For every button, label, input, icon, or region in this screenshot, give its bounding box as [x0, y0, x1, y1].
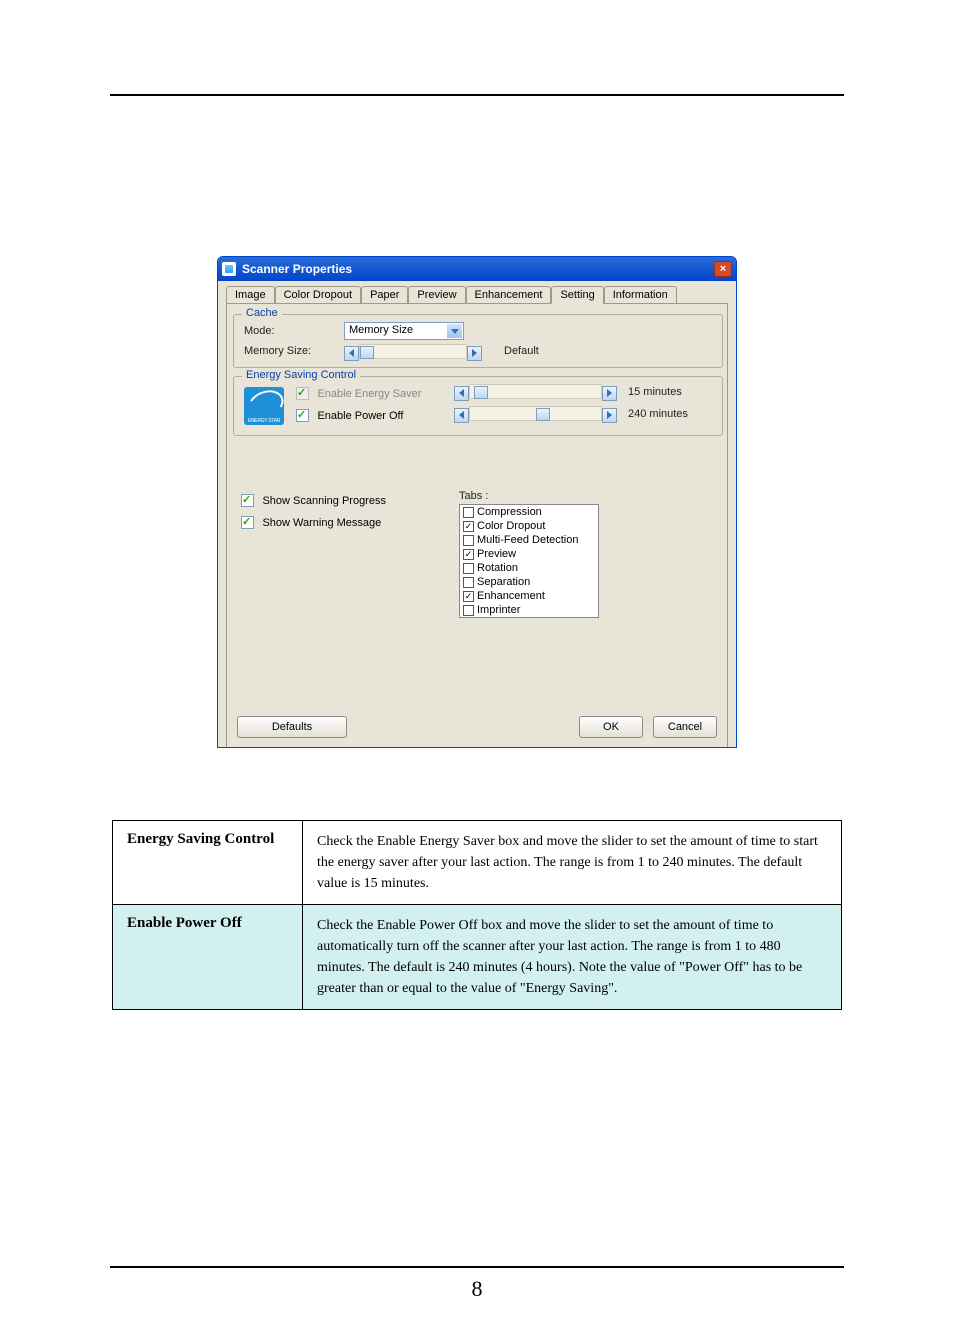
show-warning-label: Show Warning Message: [262, 517, 381, 529]
tab-paper[interactable]: Paper: [361, 286, 408, 304]
window-title: Scanner Properties: [242, 262, 714, 276]
page-number: 8: [0, 1276, 954, 1302]
tabs-list-label: Tabs :: [459, 490, 488, 502]
show-warning-row[interactable]: Show Warning Message: [241, 514, 381, 532]
ok-button[interactable]: OK: [579, 716, 643, 738]
scanner-properties-dialog: Scanner Properties × Image Color Dropout…: [217, 256, 737, 748]
titlebar: Scanner Properties ×: [218, 257, 736, 281]
tabs-list-label: Color Dropout: [477, 520, 545, 532]
tabs-list-checkbox[interactable]: ✓: [463, 521, 474, 532]
close-icon[interactable]: ×: [714, 261, 732, 277]
show-scanning-checkbox[interactable]: [241, 494, 254, 507]
tabs-list-item[interactable]: Rotation: [460, 561, 598, 575]
table-row: Enable Power Off Check the Enable Power …: [113, 905, 842, 1010]
tabs-list-checkbox[interactable]: ✓: [463, 591, 474, 602]
tabs-list-item[interactable]: Separation: [460, 575, 598, 589]
tabs-list-label: Separation: [477, 576, 530, 588]
energy-fieldset: Energy Saving Control ENERGY STAR Enable…: [233, 376, 723, 436]
memsize-default: Default: [504, 345, 539, 357]
tabs-list-label: Multi-Feed Detection: [477, 534, 579, 546]
page-rule-top: [110, 94, 844, 96]
mode-dropdown[interactable]: Memory Size: [344, 322, 464, 340]
chevron-left-icon[interactable]: [344, 346, 359, 361]
tabs-list-checkbox[interactable]: [463, 535, 474, 546]
tabs-list-item[interactable]: ✓Color Dropout: [460, 519, 598, 533]
enable-energy-saver-label: Enable Energy Saver: [317, 388, 421, 400]
tab-preview[interactable]: Preview: [408, 286, 465, 304]
memsize-label: Memory Size:: [244, 345, 311, 357]
tab-setting[interactable]: Setting: [551, 286, 603, 304]
chevron-right-icon[interactable]: [602, 408, 617, 423]
energy-minutes: 15 minutes: [628, 386, 682, 398]
energy-star-logo: ENERGY STAR: [244, 387, 284, 425]
tabs-list-checkbox[interactable]: ✓: [463, 549, 474, 560]
tabs-list-label: Enhancement: [477, 590, 545, 602]
row1-body: Check the Enable Energy Saver box and mo…: [303, 821, 842, 905]
chevron-left-icon[interactable]: [454, 408, 469, 423]
tabs-list-label: Compression: [477, 506, 542, 518]
tab-panel: Cache Mode: Memory Size Memory Size: Def…: [226, 303, 728, 748]
energy-saver-slider[interactable]: [454, 384, 619, 400]
tab-color-dropout[interactable]: Color Dropout: [275, 286, 361, 304]
show-scanning-label: Show Scanning Progress: [262, 495, 386, 507]
energy-legend: Energy Saving Control: [242, 369, 360, 381]
tabs-list[interactable]: Compression✓Color DropoutMulti-Feed Dete…: [459, 504, 599, 618]
tabs-list-checkbox[interactable]: [463, 563, 474, 574]
tabs-list-item[interactable]: ✓Enhancement: [460, 589, 598, 603]
tabs-list-label: Rotation: [477, 562, 518, 574]
mode-value: Memory Size: [349, 324, 413, 336]
app-icon: [222, 262, 236, 276]
row2-head: Enable Power Off: [113, 905, 303, 1010]
show-warning-checkbox[interactable]: [241, 516, 254, 529]
cancel-button[interactable]: Cancel: [653, 716, 717, 738]
enable-energy-saver-row[interactable]: Enable Energy Saver: [296, 385, 421, 403]
cache-legend: Cache: [242, 307, 282, 319]
row1-head: Energy Saving Control: [113, 821, 303, 905]
chevron-down-icon: [447, 324, 462, 338]
tabs-list-item[interactable]: Imprinter: [460, 603, 598, 617]
defaults-button[interactable]: Defaults: [237, 716, 347, 738]
memsize-slider[interactable]: [344, 344, 484, 360]
tabs-list-label: Preview: [477, 548, 516, 560]
tab-information[interactable]: Information: [604, 286, 677, 304]
table-row: Energy Saving Control Check the Enable E…: [113, 821, 842, 905]
chevron-right-icon[interactable]: [602, 386, 617, 401]
poweroff-minutes: 240 minutes: [628, 408, 688, 420]
page-rule-bottom: [110, 1266, 844, 1268]
row2-body: Check the Enable Power Off box and move …: [303, 905, 842, 1010]
chevron-left-icon[interactable]: [454, 386, 469, 401]
chevron-right-icon[interactable]: [467, 346, 482, 361]
info-table: Energy Saving Control Check the Enable E…: [112, 820, 842, 1010]
enable-energy-saver-checkbox[interactable]: [296, 387, 309, 400]
tab-enhancement[interactable]: Enhancement: [466, 286, 552, 304]
tabs-list-checkbox[interactable]: [463, 507, 474, 518]
tabs-list-checkbox[interactable]: [463, 577, 474, 588]
tabs-list-checkbox[interactable]: [463, 605, 474, 616]
tabs-row: Image Color Dropout Paper Preview Enhanc…: [218, 281, 736, 303]
tab-image[interactable]: Image: [226, 286, 275, 304]
tabs-list-label: Imprinter: [477, 604, 520, 616]
tabs-list-item[interactable]: ✓Preview: [460, 547, 598, 561]
enable-power-off-checkbox[interactable]: [296, 409, 309, 422]
mode-label: Mode:: [244, 325, 275, 337]
enable-power-off-label: Enable Power Off: [317, 410, 403, 422]
power-off-slider[interactable]: [454, 406, 619, 422]
tabs-list-item[interactable]: Multi-Feed Detection: [460, 533, 598, 547]
tabs-list-item[interactable]: Compression: [460, 505, 598, 519]
show-scanning-row[interactable]: Show Scanning Progress: [241, 492, 386, 510]
cache-fieldset: Cache Mode: Memory Size Memory Size: Def…: [233, 314, 723, 368]
enable-power-off-row[interactable]: Enable Power Off: [296, 407, 403, 425]
